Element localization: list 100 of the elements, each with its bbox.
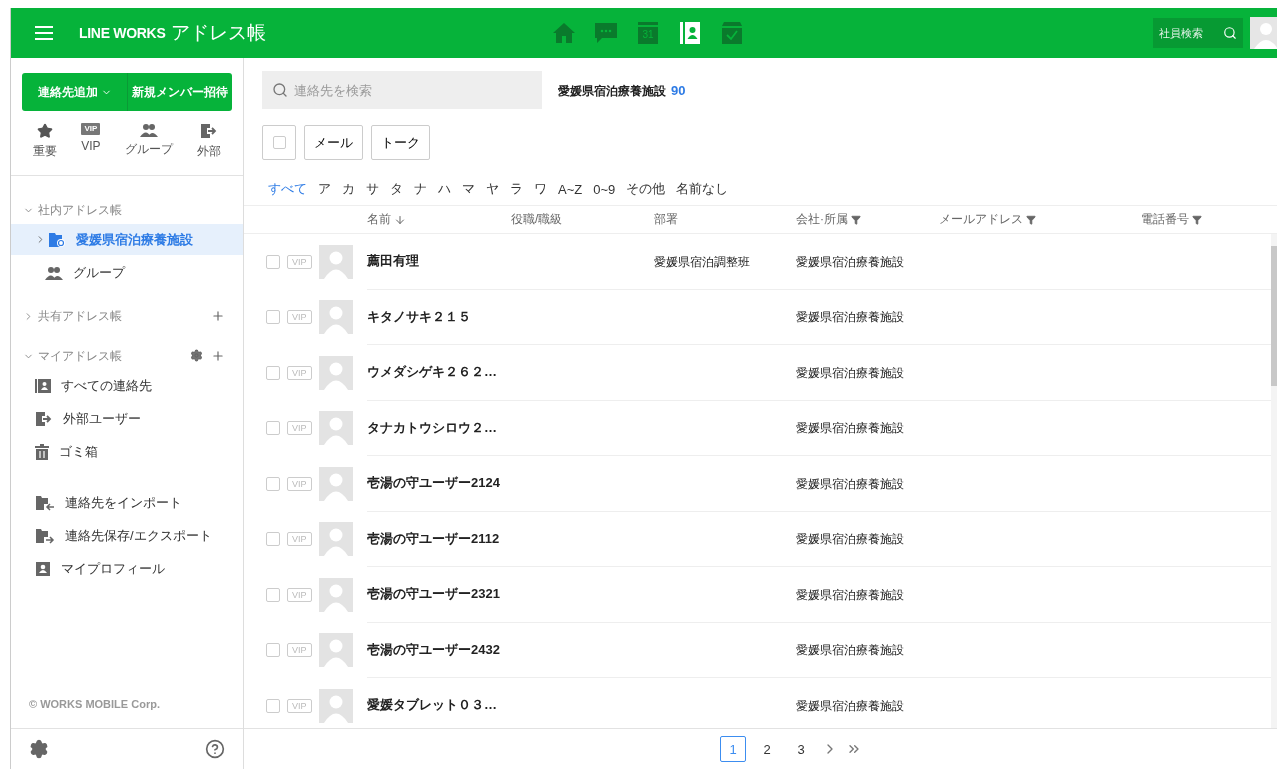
contact-name[interactable]: ウメダシゲキ２６２…: [367, 363, 511, 382]
tree-item[interactable]: ゴミ箱: [11, 436, 243, 467]
section-header[interactable]: 共有アドレス帳: [23, 307, 122, 325]
section-header[interactable]: 社内アドレス帳: [23, 201, 122, 219]
row-checkbox[interactable]: [266, 310, 280, 325]
tool-link[interactable]: マイプロフィール: [11, 553, 243, 584]
table-cell: 愛媛県宿泊療養施設: [796, 365, 904, 380]
tree-item[interactable]: 愛媛県宿泊療養施設: [11, 224, 243, 255]
index-filter[interactable]: ナ: [414, 180, 427, 198]
menu-icon[interactable]: [35, 26, 53, 40]
column-header[interactable]: 部署: [654, 211, 678, 228]
exit-icon: [199, 123, 218, 139]
contact-name[interactable]: 薦田有理: [367, 252, 511, 271]
exit-icon: [35, 410, 53, 427]
app-title: アドレス帳: [171, 21, 267, 45]
row-checkbox[interactable]: [266, 643, 280, 658]
action-button[interactable]: トーク: [371, 125, 430, 160]
calendar-icon: [637, 21, 659, 45]
contact-name[interactable]: 愛媛タブレット０３…: [367, 696, 511, 715]
row-checkbox[interactable]: [266, 254, 280, 269]
nav-tab[interactable]: [593, 20, 619, 46]
index-filter[interactable]: カ: [342, 180, 355, 198]
avatar-icon: [318, 411, 353, 446]
avatar-icon: [318, 300, 353, 335]
filter-icon: [851, 214, 861, 225]
row-checkbox[interactable]: [266, 421, 280, 436]
row-checkbox[interactable]: [266, 698, 280, 713]
index-filter[interactable]: 名前なし: [676, 180, 729, 198]
column-header[interactable]: メールアドレス: [939, 211, 1036, 228]
index-filter[interactable]: ハ: [438, 180, 451, 198]
action-button[interactable]: メール: [304, 125, 363, 160]
contact-name[interactable]: 壱湯の守ユーザー2112: [367, 529, 511, 548]
task-box-icon: [721, 21, 743, 45]
avatar-icon: [318, 466, 353, 501]
column-header[interactable]: 役職/職級: [511, 211, 563, 228]
row-checkbox[interactable]: [266, 476, 280, 491]
contact-name[interactable]: 壱湯の守ユーザー2321: [367, 585, 511, 604]
contact-name[interactable]: タナカトウシロウ２…: [367, 418, 511, 437]
employee-search-field[interactable]: 社員検索: [1153, 18, 1243, 48]
search-field[interactable]: 連絡先を検索: [262, 71, 542, 109]
nav-tab[interactable]: [677, 20, 703, 46]
copyright-text: © WORKS MOBILE Corp.: [28, 698, 161, 712]
row-checkbox[interactable]: [266, 532, 280, 547]
shortcut-button[interactable]: 重要: [33, 123, 58, 160]
page-link[interactable]: 1: [720, 736, 746, 762]
shortcut-button[interactable]: 外部: [196, 123, 221, 160]
avatar-icon: [318, 577, 353, 612]
index-filter[interactable]: その他: [626, 180, 666, 198]
search-icon: [272, 82, 288, 98]
search-icon[interactable]: [1223, 26, 1237, 40]
tree-item[interactable]: すべての連絡先: [11, 370, 243, 401]
index-filter[interactable]: ワ: [534, 180, 547, 198]
select-all-checkbox[interactable]: [262, 125, 296, 160]
index-filter[interactable]: サ: [366, 180, 379, 198]
user-avatar[interactable]: [1250, 17, 1277, 49]
index-filter[interactable]: マ: [462, 180, 475, 198]
settings-icon[interactable]: [29, 739, 49, 759]
folder-title: 愛媛県宿泊療養施設: [558, 83, 666, 98]
tool-link[interactable]: 連絡先保存/エクスポート: [11, 520, 243, 551]
address-book-icon: [679, 21, 701, 45]
chat-icon: [594, 22, 618, 44]
table-cell: 愛媛県宿泊療養施設: [796, 310, 904, 325]
index-filter[interactable]: ラ: [510, 180, 523, 198]
avatar-icon: [318, 522, 353, 557]
nav-tab[interactable]: [719, 20, 745, 46]
tree-item[interactable]: グループ: [11, 257, 243, 288]
home-icon: [552, 22, 576, 44]
avatar-icon: [318, 688, 353, 723]
settings-icon[interactable]: [190, 349, 203, 363]
scrollbar[interactable]: [1271, 234, 1277, 728]
address-book-icon: [35, 377, 51, 394]
table-cell: 愛媛県宿泊療養施設: [796, 587, 904, 602]
tool-link[interactable]: 連絡先をインポート: [11, 487, 243, 518]
contact-name[interactable]: 壱湯の守ユーザー2124: [367, 474, 511, 493]
index-filter[interactable]: タ: [390, 180, 403, 198]
contact-name[interactable]: キタノサキ２１５: [367, 307, 511, 326]
index-filter[interactable]: すべて: [268, 180, 307, 198]
avatar-icon: [318, 355, 353, 390]
contact-name[interactable]: 壱湯の守ユーザー2432: [367, 640, 511, 659]
index-filter[interactable]: ヤ: [486, 180, 499, 198]
column-header[interactable]: 会社·所属: [796, 211, 861, 228]
column-header[interactable]: 名前: [367, 211, 406, 228]
filter-icon: [1192, 214, 1202, 225]
index-filter[interactable]: 0~9: [593, 180, 616, 198]
table-cell: 愛媛県宿泊療養施設: [796, 254, 904, 269]
index-filter[interactable]: ア: [318, 180, 331, 198]
shortcut-button[interactable]: グループ: [124, 123, 173, 160]
index-filter[interactable]: A~Z: [558, 180, 583, 198]
section-header[interactable]: マイアドレス帳: [23, 347, 122, 365]
folder-export-icon: [35, 527, 55, 544]
shortcut-button[interactable]: VIP VIP: [81, 123, 101, 160]
nav-tab[interactable]: [551, 20, 577, 46]
column-header[interactable]: 電話番号: [1141, 211, 1202, 228]
row-checkbox[interactable]: [266, 365, 280, 380]
row-checkbox[interactable]: [266, 587, 280, 602]
filter-icon: [1026, 214, 1036, 225]
tree-item[interactable]: 外部ユーザー: [11, 403, 243, 434]
help-icon[interactable]: [205, 739, 225, 759]
add-icon[interactable]: [211, 349, 225, 363]
add-icon[interactable]: [211, 309, 225, 323]
